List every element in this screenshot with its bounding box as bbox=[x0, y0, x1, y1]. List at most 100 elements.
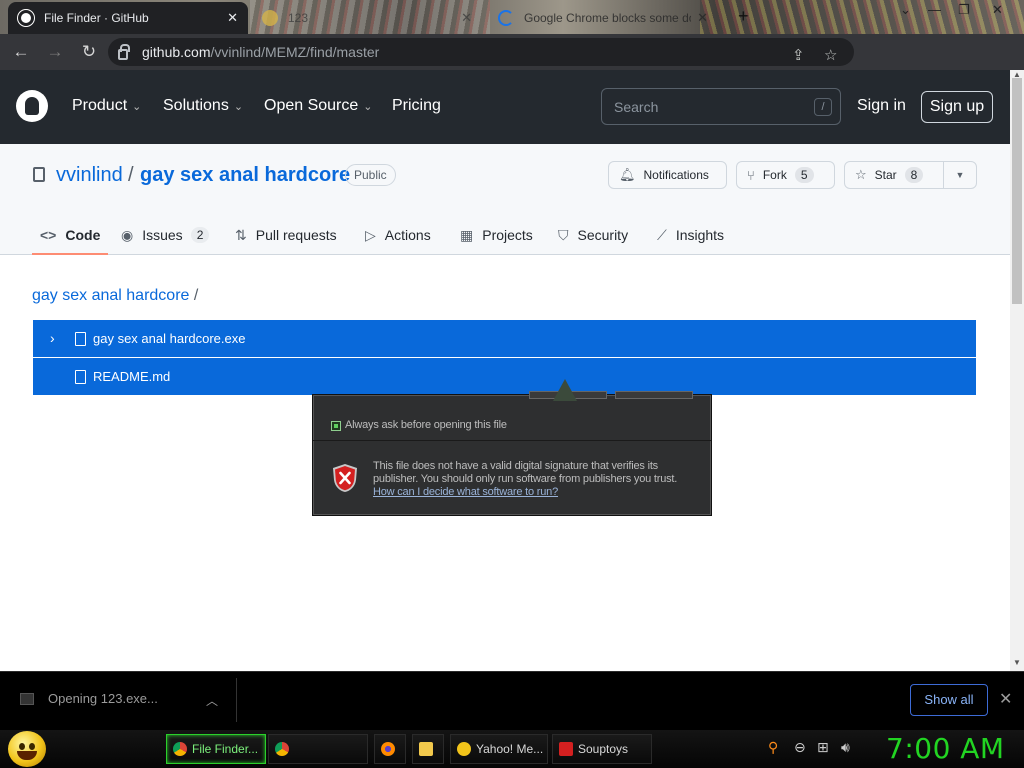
smiley-mouth bbox=[17, 751, 37, 760]
pull-request-icon: ⇅ bbox=[235, 226, 247, 243]
browser-toolbar: ← → ↻ github.com/vvinlind/MEMZ/find/mast… bbox=[0, 34, 1024, 95]
divider bbox=[236, 678, 237, 722]
graph-icon: ⟋ bbox=[657, 226, 667, 243]
nav-pricing[interactable]: Pricing bbox=[392, 97, 441, 115]
taskbar-yahoo-messenger[interactable]: Yahoo! Me... bbox=[450, 734, 548, 764]
repo-header: vvinlind / gay sex anal hardcore Public … bbox=[0, 144, 1010, 255]
github-logo-icon[interactable] bbox=[16, 90, 48, 122]
lock-icon bbox=[118, 43, 130, 60]
nav-product[interactable]: Product ⌄ bbox=[72, 97, 141, 115]
close-window-button[interactable]: ✕ bbox=[992, 2, 1003, 18]
new-tab-button[interactable]: + bbox=[738, 6, 749, 27]
loading-spinner-icon bbox=[498, 10, 514, 26]
minimize-button[interactable]: — bbox=[928, 2, 941, 17]
tab-code[interactable]: <> Code bbox=[31, 216, 109, 255]
share-icon[interactable]: ⇪ bbox=[792, 46, 805, 64]
nav-solutions[interactable]: Solutions ⌄ bbox=[163, 97, 243, 115]
repo-owner-link[interactable]: vvinlind bbox=[56, 164, 123, 187]
sign-in-link[interactable]: Sign in bbox=[857, 97, 906, 115]
taskbar-chrome-file-finder[interactable]: File Finder... bbox=[166, 734, 266, 764]
fork-icon: ⑂ bbox=[747, 167, 755, 183]
taskbar-firefox[interactable] bbox=[374, 734, 406, 764]
close-tab-icon[interactable]: ✕ bbox=[697, 10, 708, 26]
browser-tab[interactable]: 123 ✕ bbox=[252, 2, 482, 34]
close-tab-icon[interactable]: ✕ bbox=[227, 10, 238, 26]
cancel-button[interactable] bbox=[615, 391, 693, 399]
url-text: github.com/vvinlind/MEMZ/find/master bbox=[142, 44, 380, 60]
file-row[interactable]: README.md bbox=[33, 358, 976, 395]
breadcrumb: gay sex anal hardcore / bbox=[32, 287, 198, 305]
cursor-arrow-icon bbox=[553, 379, 577, 401]
bell-icon: 🔔︎ bbox=[619, 167, 636, 182]
folder-icon bbox=[419, 742, 433, 756]
taskbar-chrome-window[interactable] bbox=[268, 734, 368, 764]
table-icon: ▦ bbox=[460, 226, 474, 243]
sign-up-button[interactable]: Sign up bbox=[921, 91, 993, 123]
address-bar[interactable]: github.com/vvinlind/MEMZ/find/master ⇪ ☆ bbox=[108, 38, 854, 66]
file-name: README.md bbox=[93, 369, 171, 384]
browser-tab-active[interactable]: File Finder · GitHub ✕ bbox=[8, 2, 248, 34]
reload-icon[interactable]: ↻ bbox=[74, 37, 104, 67]
tab-search-icon[interactable]: ⌄ bbox=[900, 2, 911, 18]
restore-button[interactable]: ❐ bbox=[958, 2, 970, 18]
breadcrumb-separator: / bbox=[193, 287, 199, 304]
taskbar-clock[interactable]: 7:00 AM bbox=[886, 732, 1005, 765]
browser-tab-strip: File Finder · GitHub ✕ 123 ✕ Google Chro… bbox=[0, 0, 1024, 34]
start-button[interactable] bbox=[8, 731, 46, 767]
file-icon bbox=[75, 332, 86, 346]
download-item[interactable]: Opening 123.exe... bbox=[20, 691, 158, 706]
visibility-badge: Public bbox=[345, 164, 396, 186]
tab-issues[interactable]: ◉ Issues 2 bbox=[121, 216, 210, 254]
back-arrow-icon[interactable]: ← bbox=[6, 37, 36, 67]
smiley-eye bbox=[19, 743, 25, 750]
help-link[interactable]: How can I decide what software to run? bbox=[373, 486, 558, 498]
tab-pull-requests[interactable]: ⇅ Pull requests bbox=[235, 216, 337, 254]
star-count: 8 bbox=[904, 167, 924, 183]
repo-icon bbox=[33, 167, 45, 182]
close-download-bar-icon[interactable]: ✕ bbox=[999, 689, 1012, 709]
tab-actions[interactable]: ▷ Actions bbox=[365, 216, 431, 254]
fork-button[interactable]: ⑂ Fork 5 bbox=[736, 161, 835, 189]
search-icon[interactable]: ⚲ bbox=[768, 739, 778, 756]
download-item-label: Opening 123.exe... bbox=[48, 691, 158, 706]
close-tab-icon[interactable]: ✕ bbox=[461, 10, 472, 26]
always-ask-checkbox[interactable] bbox=[331, 421, 341, 431]
glitch-artifact bbox=[700, 0, 1024, 34]
code-icon: <> bbox=[40, 227, 57, 243]
star-dropdown-button[interactable]: ▼ bbox=[943, 161, 977, 189]
search-input[interactable]: Search / bbox=[601, 88, 841, 125]
bookmark-star-icon[interactable]: ☆ bbox=[824, 46, 837, 64]
issues-count: 2 bbox=[190, 227, 210, 243]
breadcrumb-repo-link[interactable]: gay sex anal hardcore bbox=[32, 287, 189, 304]
chevron-up-icon[interactable]: ︿ bbox=[206, 692, 218, 709]
show-all-button[interactable]: Show all bbox=[910, 684, 988, 716]
forward-arrow-icon[interactable]: → bbox=[40, 37, 70, 67]
tab-title: Google Chrome blocks some do bbox=[524, 11, 692, 25]
scroll-down-icon[interactable]: ▼ bbox=[1013, 658, 1021, 667]
signature-warning-text: This file does not have a valid digital … bbox=[373, 460, 678, 498]
taskbar-explorer[interactable] bbox=[412, 734, 444, 764]
coin-favicon-icon bbox=[262, 10, 278, 26]
notifications-button[interactable]: 🔔︎ Notifications bbox=[608, 161, 727, 189]
chrome-icon bbox=[173, 742, 187, 756]
file-icon bbox=[75, 370, 86, 384]
nav-open-source[interactable]: Open Source ⌄ bbox=[264, 97, 373, 115]
chevron-down-icon: ⌄ bbox=[233, 101, 244, 113]
scrollbar-thumb[interactable] bbox=[1012, 78, 1022, 304]
taskbar-souptoys[interactable]: Souptoys bbox=[552, 734, 652, 764]
file-row[interactable]: › gay sex anal hardcore.exe bbox=[33, 320, 976, 357]
browser-tab[interactable]: Google Chrome blocks some do ✕ bbox=[488, 2, 718, 34]
status-icon[interactable]: ⊖ bbox=[794, 739, 806, 756]
tab-projects[interactable]: ▦ Projects bbox=[460, 216, 533, 254]
security-warning-dialog: Always ask before opening this file This… bbox=[312, 379, 712, 516]
chevron-down-icon: ⌄ bbox=[363, 101, 373, 113]
tab-security[interactable]: ⛉ Security bbox=[558, 216, 628, 254]
page-scrollbar[interactable]: ▲ ▼ bbox=[1010, 70, 1024, 671]
repo-name-link[interactable]: gay sex anal hardcore bbox=[140, 164, 350, 187]
star-button[interactable]: ☆ Star 8 bbox=[844, 161, 944, 189]
tab-insights[interactable]: ⟋ Insights bbox=[657, 216, 724, 254]
souptoys-icon bbox=[559, 742, 573, 756]
repo-tabs: <> Code ◉ Issues 2 ⇅ Pull requests ▷ Actions … bbox=[0, 216, 1010, 255]
network-icon[interactable]: ⊞ bbox=[817, 739, 829, 756]
volume-icon[interactable]: 🔊︎ bbox=[841, 739, 850, 756]
